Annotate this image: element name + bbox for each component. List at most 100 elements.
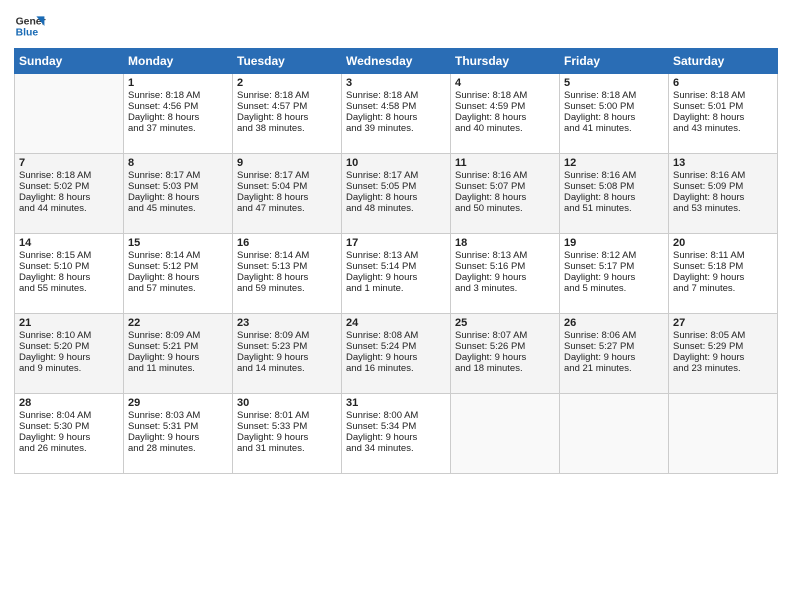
day-info-line: Sunset: 4:59 PM [455, 101, 555, 112]
day-info-line: Sunrise: 8:15 AM [19, 250, 119, 261]
day-info-line: Sunset: 5:30 PM [19, 421, 119, 432]
day-info-line: and 3 minutes. [455, 283, 555, 294]
day-info-line: Daylight: 9 hours [19, 352, 119, 363]
day-info-line: Sunset: 5:09 PM [673, 181, 773, 192]
day-info-line: Sunset: 5:33 PM [237, 421, 337, 432]
day-info-line: Sunrise: 8:17 AM [346, 170, 446, 181]
day-info-line: Daylight: 9 hours [128, 352, 228, 363]
day-info-line: Sunrise: 8:03 AM [128, 410, 228, 421]
day-info-line: and 43 minutes. [673, 123, 773, 134]
day-number: 20 [673, 237, 773, 249]
day-info-line: and 37 minutes. [128, 123, 228, 134]
day-info-line: and 14 minutes. [237, 363, 337, 374]
day-number: 21 [19, 317, 119, 329]
day-info-line: and 9 minutes. [19, 363, 119, 374]
day-info-line: Sunset: 5:27 PM [564, 341, 664, 352]
day-cell: 23Sunrise: 8:09 AMSunset: 5:23 PMDayligh… [233, 314, 342, 394]
day-cell: 27Sunrise: 8:05 AMSunset: 5:29 PMDayligh… [669, 314, 778, 394]
day-number: 9 [237, 157, 337, 169]
day-number: 8 [128, 157, 228, 169]
header-cell-thursday: Thursday [451, 49, 560, 74]
day-info-line: Daylight: 8 hours [564, 112, 664, 123]
day-info-line: Sunset: 5:14 PM [346, 261, 446, 272]
calendar-table: SundayMondayTuesdayWednesdayThursdayFrid… [14, 48, 778, 474]
day-info-line: Sunrise: 8:06 AM [564, 330, 664, 341]
day-info-line: Sunset: 4:57 PM [237, 101, 337, 112]
day-info-line: Daylight: 9 hours [346, 432, 446, 443]
day-info-line: Daylight: 8 hours [346, 112, 446, 123]
header-cell-wednesday: Wednesday [342, 49, 451, 74]
day-info-line: Sunset: 5:23 PM [237, 341, 337, 352]
day-info-line: and 34 minutes. [346, 443, 446, 454]
day-info-line: Sunrise: 8:18 AM [455, 90, 555, 101]
day-cell [451, 394, 560, 474]
day-info-line: Sunrise: 8:07 AM [455, 330, 555, 341]
day-info-line: and 48 minutes. [346, 203, 446, 214]
header-cell-tuesday: Tuesday [233, 49, 342, 74]
day-info-line: Daylight: 8 hours [128, 272, 228, 283]
day-info-line: Daylight: 8 hours [128, 192, 228, 203]
day-number: 24 [346, 317, 446, 329]
day-info-line: Sunset: 5:05 PM [346, 181, 446, 192]
day-info-line: Daylight: 9 hours [673, 352, 773, 363]
day-cell: 2Sunrise: 8:18 AMSunset: 4:57 PMDaylight… [233, 74, 342, 154]
day-info-line: and 53 minutes. [673, 203, 773, 214]
day-number: 13 [673, 157, 773, 169]
day-number: 17 [346, 237, 446, 249]
day-info-line: and 5 minutes. [564, 283, 664, 294]
day-info-line: and 44 minutes. [19, 203, 119, 214]
day-info-line: and 38 minutes. [237, 123, 337, 134]
day-cell: 10Sunrise: 8:17 AMSunset: 5:05 PMDayligh… [342, 154, 451, 234]
day-cell: 20Sunrise: 8:11 AMSunset: 5:18 PMDayligh… [669, 234, 778, 314]
day-info-line: Sunset: 5:34 PM [346, 421, 446, 432]
day-info-line: and 39 minutes. [346, 123, 446, 134]
header-cell-saturday: Saturday [669, 49, 778, 74]
day-info-line: Sunrise: 8:17 AM [128, 170, 228, 181]
day-cell: 14Sunrise: 8:15 AMSunset: 5:10 PMDayligh… [15, 234, 124, 314]
day-info-line: and 59 minutes. [237, 283, 337, 294]
day-info-line: and 45 minutes. [128, 203, 228, 214]
day-info-line: and 41 minutes. [564, 123, 664, 134]
day-cell: 21Sunrise: 8:10 AMSunset: 5:20 PMDayligh… [15, 314, 124, 394]
day-number: 28 [19, 397, 119, 409]
day-info-line: Sunrise: 8:18 AM [19, 170, 119, 181]
week-row-2: 14Sunrise: 8:15 AMSunset: 5:10 PMDayligh… [15, 234, 778, 314]
day-info-line: Daylight: 8 hours [564, 192, 664, 203]
day-info-line: and 18 minutes. [455, 363, 555, 374]
day-cell: 24Sunrise: 8:08 AMSunset: 5:24 PMDayligh… [342, 314, 451, 394]
day-info-line: Sunset: 5:12 PM [128, 261, 228, 272]
day-cell: 12Sunrise: 8:16 AMSunset: 5:08 PMDayligh… [560, 154, 669, 234]
day-info-line: Daylight: 9 hours [564, 272, 664, 283]
day-cell: 4Sunrise: 8:18 AMSunset: 4:59 PMDaylight… [451, 74, 560, 154]
day-info-line: Sunrise: 8:10 AM [19, 330, 119, 341]
day-info-line: and 23 minutes. [673, 363, 773, 374]
week-row-3: 21Sunrise: 8:10 AMSunset: 5:20 PMDayligh… [15, 314, 778, 394]
day-number: 22 [128, 317, 228, 329]
day-number: 6 [673, 77, 773, 89]
day-info-line: and 31 minutes. [237, 443, 337, 454]
day-info-line: Daylight: 9 hours [19, 432, 119, 443]
day-info-line: Sunset: 5:20 PM [19, 341, 119, 352]
day-info-line: Daylight: 8 hours [237, 272, 337, 283]
day-info-line: Sunrise: 8:12 AM [564, 250, 664, 261]
day-info-line: Sunset: 5:02 PM [19, 181, 119, 192]
header-row: SundayMondayTuesdayWednesdayThursdayFrid… [15, 49, 778, 74]
day-info-line: Daylight: 8 hours [455, 192, 555, 203]
day-info-line: Sunrise: 8:09 AM [237, 330, 337, 341]
day-info-line: Sunrise: 8:09 AM [128, 330, 228, 341]
day-info-line: Sunrise: 8:13 AM [346, 250, 446, 261]
day-info-line: Daylight: 9 hours [673, 272, 773, 283]
day-info-line: Sunset: 5:03 PM [128, 181, 228, 192]
day-cell: 9Sunrise: 8:17 AMSunset: 5:04 PMDaylight… [233, 154, 342, 234]
day-info-line: Daylight: 9 hours [346, 352, 446, 363]
day-number: 12 [564, 157, 664, 169]
day-info-line: Daylight: 9 hours [128, 432, 228, 443]
day-info-line: and 11 minutes. [128, 363, 228, 374]
day-cell: 26Sunrise: 8:06 AMSunset: 5:27 PMDayligh… [560, 314, 669, 394]
day-number: 10 [346, 157, 446, 169]
day-info-line: Daylight: 8 hours [19, 272, 119, 283]
day-cell: 28Sunrise: 8:04 AMSunset: 5:30 PMDayligh… [15, 394, 124, 474]
day-cell [669, 394, 778, 474]
day-number: 5 [564, 77, 664, 89]
header-cell-friday: Friday [560, 49, 669, 74]
